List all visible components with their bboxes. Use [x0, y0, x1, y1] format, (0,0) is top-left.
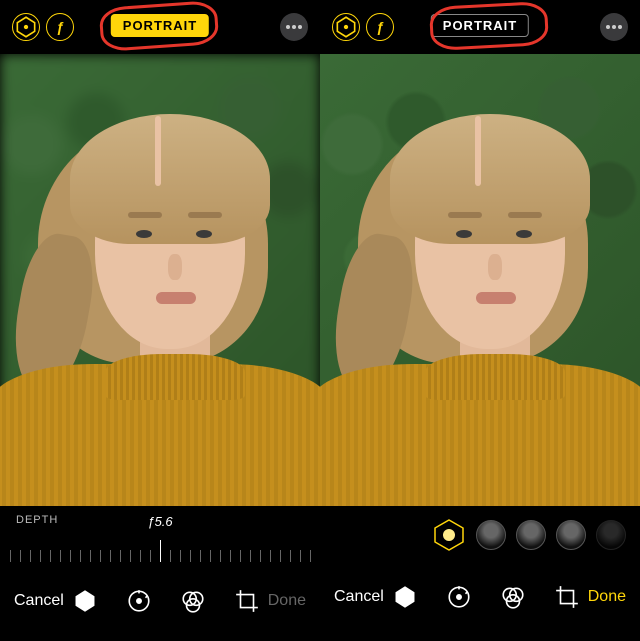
done-button[interactable]: Done — [588, 588, 626, 606]
slider-tick — [110, 550, 111, 562]
phone-left: ƒ PORTRAIT DEPTH ƒ5.6 Cancel — [0, 0, 320, 641]
slider-tick — [290, 550, 291, 562]
slider-tick — [250, 550, 251, 562]
bottom-bar: Cancel Done — [320, 564, 640, 630]
slider-tick — [280, 550, 281, 562]
mode-portrait-button[interactable]: PORTRAIT — [111, 14, 209, 37]
slider-tick — [180, 550, 181, 562]
depth-readout: DEPTH ƒ5.6 — [0, 506, 320, 528]
slider-tick — [230, 550, 231, 562]
slider-tick — [120, 550, 121, 562]
slider-tick — [80, 550, 81, 562]
slider-tick — [310, 550, 311, 562]
controls-lighting: Cancel Done — [320, 506, 640, 641]
slider-tick — [90, 550, 91, 562]
slider-tick — [60, 550, 61, 562]
lighting-hex-icon[interactable] — [332, 13, 360, 41]
slider-tick — [160, 540, 161, 562]
lighting-tool-icon[interactable] — [72, 588, 98, 614]
slider-tick — [240, 550, 241, 562]
more-button[interactable] — [280, 13, 308, 41]
slider-tick — [50, 550, 51, 562]
cancel-button[interactable]: Cancel — [14, 592, 64, 610]
lighting-style-option[interactable] — [516, 520, 546, 550]
slider-tick — [150, 550, 151, 562]
slider-tick — [140, 550, 141, 562]
depth-label: DEPTH — [16, 514, 58, 526]
lighting-style-option[interactable] — [556, 520, 586, 550]
bottom-bar: Cancel Done — [0, 568, 320, 634]
slider-tick — [300, 550, 301, 562]
cancel-button[interactable]: Cancel — [334, 588, 384, 606]
topbar: ƒ PORTRAIT — [0, 0, 320, 54]
done-button[interactable]: Done — [268, 592, 306, 610]
lighting-style-selected[interactable] — [432, 518, 466, 552]
slider-tick — [170, 550, 171, 562]
aperture-f-icon[interactable]: ƒ — [46, 13, 74, 41]
slider-tick — [40, 550, 41, 562]
photo-preview[interactable] — [320, 54, 640, 506]
ellipsis-icon — [286, 25, 290, 29]
slider-tick — [70, 550, 71, 562]
slider-tick — [20, 550, 21, 562]
edit-tool-row — [392, 584, 580, 610]
adjust-tool-icon[interactable] — [126, 588, 152, 614]
lighting-tool-icon[interactable] — [392, 584, 418, 610]
depth-value: ƒ5.6 — [147, 514, 172, 529]
slider-tick — [30, 550, 31, 562]
slider-tick — [270, 550, 271, 562]
depth-slider[interactable] — [10, 532, 310, 568]
portrait-subject — [0, 54, 320, 506]
lighting-hex-icon[interactable] — [12, 13, 40, 41]
photo-preview[interactable] — [0, 54, 320, 506]
adjust-tool-icon[interactable] — [446, 584, 472, 610]
more-button[interactable] — [600, 13, 628, 41]
mode-portrait-button[interactable]: PORTRAIT — [431, 14, 529, 37]
slider-tick — [200, 550, 201, 562]
filters-tool-icon[interactable] — [180, 588, 206, 614]
crop-tool-icon[interactable] — [554, 584, 580, 610]
lighting-style-option[interactable] — [476, 520, 506, 550]
crop-tool-icon[interactable] — [234, 588, 260, 614]
controls-depth: DEPTH ƒ5.6 Cancel Done — [0, 506, 320, 641]
edit-tool-row — [72, 588, 260, 614]
aperture-f-icon[interactable]: ƒ — [366, 13, 394, 41]
filters-tool-icon[interactable] — [500, 584, 526, 610]
slider-tick — [260, 550, 261, 562]
lighting-style-row — [320, 506, 640, 564]
slider-tick — [210, 550, 211, 562]
lighting-style-option[interactable] — [596, 520, 626, 550]
slider-tick — [100, 550, 101, 562]
slider-tick — [130, 550, 131, 562]
portrait-subject — [320, 54, 640, 506]
topbar: ƒ PORTRAIT — [320, 0, 640, 54]
screenshot-pair: ƒ PORTRAIT DEPTH ƒ5.6 Cancel — [0, 0, 640, 641]
slider-tick — [10, 550, 11, 562]
phone-right: ƒ PORTRAIT — [320, 0, 640, 641]
slider-tick — [190, 550, 191, 562]
ellipsis-icon — [606, 25, 610, 29]
slider-tick — [220, 550, 221, 562]
